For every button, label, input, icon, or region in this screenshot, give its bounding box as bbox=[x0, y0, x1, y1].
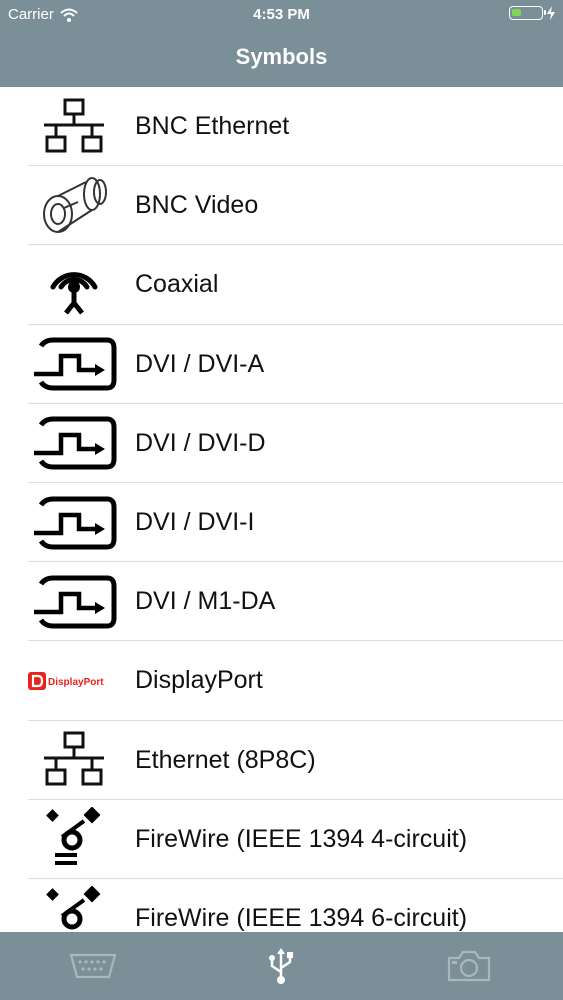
battery-nub bbox=[544, 10, 546, 15]
dvi-icon bbox=[28, 567, 120, 637]
list-item[interactable]: Coaxial bbox=[0, 245, 563, 325]
battery-group bbox=[509, 6, 555, 20]
list-item[interactable]: DVI / M1-DA bbox=[0, 562, 563, 642]
dvi-icon bbox=[28, 329, 120, 399]
network-icon bbox=[28, 725, 120, 795]
network-icon bbox=[28, 92, 120, 162]
tab-camera[interactable] bbox=[434, 942, 504, 990]
list-item[interactable]: Ethernet (8P8C) bbox=[0, 721, 563, 800]
top-bar: Carrier 4:53 PM Symbols bbox=[0, 0, 563, 87]
list-item-label: DVI / M1-DA bbox=[135, 587, 276, 616]
tab-bar bbox=[0, 932, 563, 1000]
list-item-label: DVI / DVI-A bbox=[135, 349, 265, 378]
dvi-icon bbox=[28, 408, 120, 478]
list-item[interactable]: DisplayPort DisplayPort bbox=[0, 641, 563, 721]
list-item-label: DisplayPort bbox=[135, 666, 263, 695]
list-item[interactable]: FireWire (IEEE 1394 6-circuit) bbox=[0, 879, 563, 932]
firewire-icon bbox=[28, 883, 120, 932]
page-title: Symbols bbox=[235, 44, 328, 69]
list-item[interactable]: DVI / DVI-I bbox=[0, 483, 563, 563]
list-item[interactable]: FireWire (IEEE 1394 4-circuit) bbox=[0, 800, 563, 880]
displayport-logo: DisplayPort bbox=[28, 646, 120, 716]
list-item-label: Coaxial bbox=[135, 270, 219, 299]
camera-icon bbox=[447, 950, 491, 982]
list-item[interactable]: BNC Video bbox=[0, 166, 563, 246]
list-item-label: BNC Video bbox=[135, 191, 259, 220]
status-time: 4:53 PM bbox=[253, 6, 310, 23]
tab-usb[interactable] bbox=[246, 942, 316, 990]
tab-serial[interactable] bbox=[58, 942, 128, 990]
list-item-label: FireWire (IEEE 1394 6-circuit) bbox=[135, 903, 468, 932]
list-item-label: BNC Ethernet bbox=[135, 112, 290, 141]
serial-port-icon bbox=[69, 953, 117, 979]
battery-icon bbox=[509, 6, 546, 20]
usb-icon bbox=[269, 948, 293, 984]
list-item[interactable]: BNC Ethernet bbox=[0, 87, 563, 167]
list-item[interactable]: DVI / DVI-D bbox=[0, 404, 563, 484]
list-item-label: Ethernet (8P8C) bbox=[135, 745, 316, 774]
list-item-label: DVI / DVI-I bbox=[135, 508, 255, 537]
battery-fill bbox=[512, 9, 521, 16]
symbols-list[interactable]: BNC Ethernet BNC Video Coaxial DVI / DVI… bbox=[0, 87, 563, 932]
list-item[interactable]: DVI / DVI-A bbox=[0, 325, 563, 404]
charging-bolt-icon bbox=[547, 6, 555, 20]
displayport-logo-text: DisplayPort bbox=[48, 677, 104, 688]
antenna-icon bbox=[28, 250, 120, 320]
bnc-connector-icon bbox=[28, 171, 120, 241]
list-item-label: DVI / DVI-D bbox=[135, 428, 266, 457]
dvi-icon bbox=[28, 488, 120, 558]
firewire-icon bbox=[28, 804, 120, 874]
status-bar: Carrier 4:53 PM bbox=[0, 0, 563, 28]
list-item-label: FireWire (IEEE 1394 4-circuit) bbox=[135, 824, 468, 853]
